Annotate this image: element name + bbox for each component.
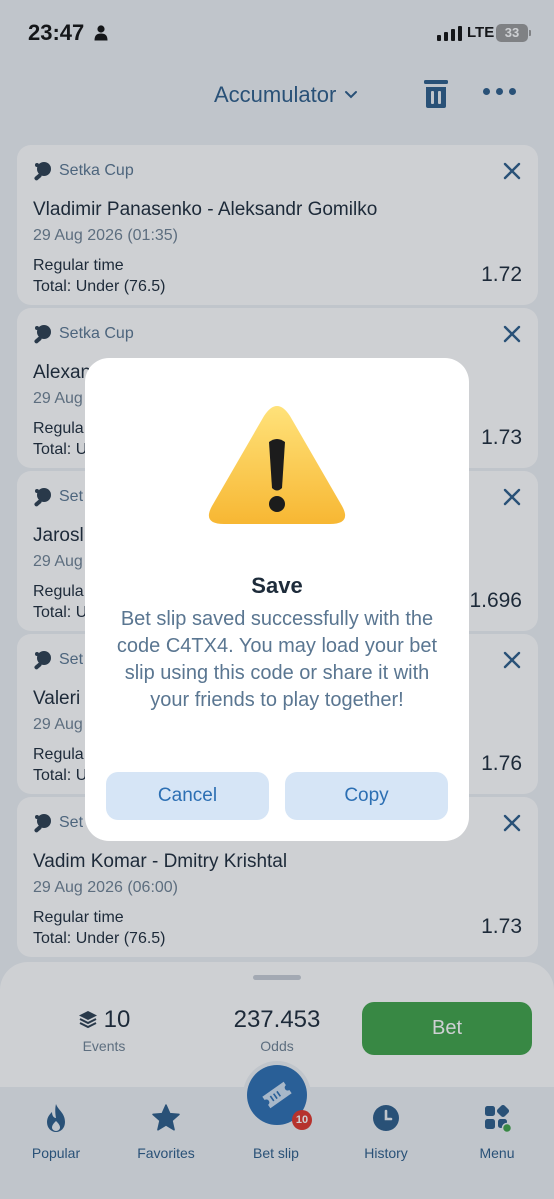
- warning-icon: [208, 406, 346, 524]
- dialog-message: Bet slip saved successfully with the cod…: [116, 608, 438, 711]
- save-dialog: Save Bet slip saved successfully with th…: [85, 358, 469, 841]
- dialog-title: Save: [251, 573, 303, 598]
- cancel-button[interactable]: Cancel: [106, 772, 269, 820]
- copy-button[interactable]: Copy: [285, 772, 448, 820]
